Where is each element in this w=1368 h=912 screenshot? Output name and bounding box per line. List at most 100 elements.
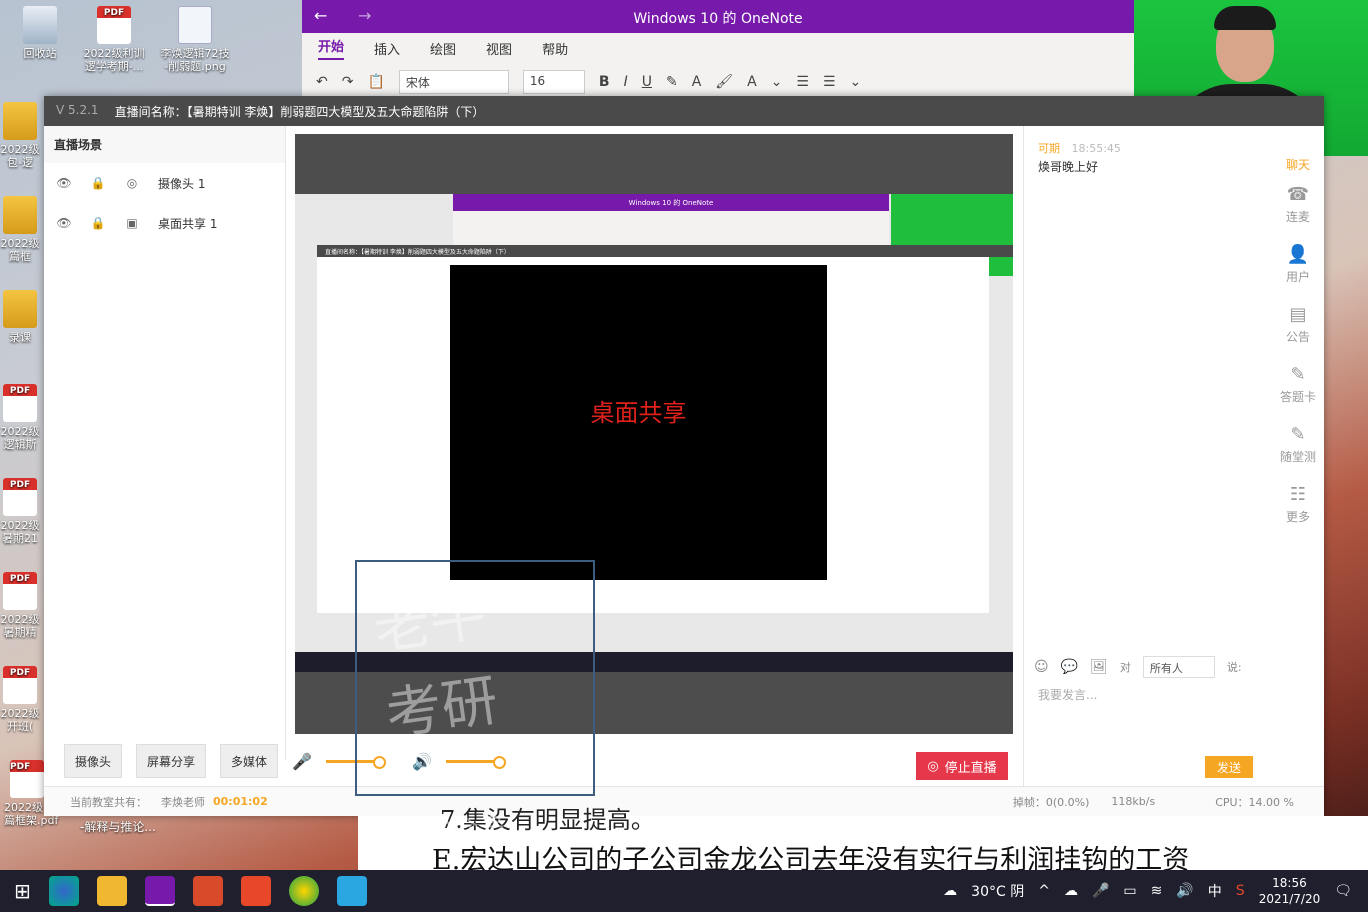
eye-icon[interactable]: 👁 <box>56 176 72 190</box>
desktop-icon-pdf[interactable]: PDF 2022级 开班( <box>0 666 48 733</box>
font-size-select[interactable]: 16 <box>522 69 585 94</box>
side-label: 用户 <box>1285 270 1310 284</box>
redo-icon[interactable]: ↷ <box>342 74 354 90</box>
clock[interactable]: 18:56 2021/7/20 <box>1259 875 1321 907</box>
side-item-quiz[interactable]: ✎ 随堂测 <box>1272 424 1324 484</box>
eye-icon[interactable]: 👁 <box>56 216 72 230</box>
side-item-answer-card[interactable]: ✎ 答题卡 <box>1272 364 1324 424</box>
sogou-icon[interactable]: S <box>1236 883 1245 899</box>
desktop-icon-pdf[interactable]: PDF 2022级 暑期精 <box>0 572 48 639</box>
desktop-icon-label: 录课 <box>9 331 31 344</box>
desktop-icon-png[interactable]: 李焕逻辑72技 -削弱题.png <box>150 6 240 73</box>
camera-button[interactable]: 摄像头 <box>64 744 123 778</box>
side-item-more[interactable]: ☷ 更多 <box>1272 484 1324 544</box>
volume-icon[interactable]: 🔊 <box>1176 883 1193 899</box>
chevron-down-icon[interactable]: ⌄ <box>850 74 862 90</box>
side-item-link-mic[interactable]: ☎ 连麦 <box>1272 184 1324 244</box>
taskbar: ⊞ ☁ 30°C 阴 ^ ☁ 🎤 ▭ ≋ 🔊 中 S 18:56 2021/7/… <box>0 870 1368 912</box>
bitrate: 118kb/s <box>1111 795 1156 808</box>
chevron-up-icon[interactable]: ^ <box>1038 883 1050 899</box>
tab-draw[interactable]: 绘图 <box>430 39 456 58</box>
folder-icon <box>3 196 37 234</box>
app-icon[interactable] <box>240 876 271 906</box>
chat-toolbar: ☺ 💬 🖼 对 所有人 说: <box>1034 656 1314 678</box>
desktop-icon-recycle-bin[interactable]: 回收站 <box>0 6 80 60</box>
desktop-icon-label: 回收站 <box>23 47 57 60</box>
italic-icon[interactable]: I <box>624 74 628 90</box>
edge-icon[interactable] <box>48 876 79 906</box>
scene-item-camera[interactable]: 👁 🔒 ◎ 摄像头 1 <box>44 163 285 203</box>
weather-text[interactable]: 30°C 阴 <box>971 881 1024 901</box>
underline-icon[interactable]: U <box>642 74 652 90</box>
styles-icon[interactable]: A <box>747 74 757 90</box>
scene-header: 直播场景 <box>44 126 285 163</box>
wifi-icon[interactable]: ≋ <box>1151 883 1163 899</box>
desktop-icon-pdf[interactable]: PDF 2022级 逻辑斯 <box>0 384 48 451</box>
undo-icon[interactable]: ↶ <box>316 74 328 90</box>
stop-live-button[interactable]: ◎ 停止直播 <box>916 752 1008 780</box>
onenote-title: Windows 10 的 OneNote <box>633 11 803 27</box>
battery-icon[interactable]: ▭ <box>1123 883 1136 899</box>
presenter-hair <box>1214 6 1276 30</box>
watermark-line: 考研 <box>381 668 502 749</box>
desktop-icon-folder[interactable]: 2022级 篇框 <box>0 196 48 263</box>
font-color-icon[interactable]: A <box>692 74 702 90</box>
tab-chat[interactable]: 聊天 <box>1272 156 1324 184</box>
desktop-icon-pdf[interactable]: PDF 2022级 暑期21 <box>0 478 48 545</box>
image-icon[interactable]: 🖼 <box>1090 659 1108 675</box>
side-label: 随堂测 <box>1279 450 1316 464</box>
chevron-down-icon[interactable]: ⌄ <box>771 74 783 90</box>
highlight-icon[interactable]: ✎ <box>666 74 678 90</box>
desktop-icon-label: 2022级 暑期21 <box>0 519 40 545</box>
notice-icon: ▤ <box>1289 304 1307 325</box>
desktop-icon-folder[interactable]: 2022级 包-逻 <box>0 102 48 169</box>
font-family-select[interactable]: 宋体 <box>398 69 509 94</box>
chat-input[interactable]: 我要发言... <box>1038 686 1097 703</box>
side-item-users[interactable]: 👤 用户 <box>1272 244 1324 304</box>
tab-help[interactable]: 帮助 <box>542 39 568 58</box>
onenote-ribbon-tabs: 开始 插入 绘图 视图 帮助 <box>302 33 1134 63</box>
live-app-icon[interactable] <box>288 876 319 906</box>
side-label: 公告 <box>1285 330 1310 344</box>
windows-start-icon[interactable]: ⊞ <box>14 879 31 903</box>
system-tray: ☁ 30°C 阴 ^ ☁ 🎤 ▭ ≋ 🔊 中 S 18:56 2021/7/20… <box>943 870 1368 912</box>
lock-icon[interactable]: 🔒 <box>90 216 106 230</box>
tab-home[interactable]: 开始 <box>318 36 345 60</box>
scene-item-desktop-share[interactable]: 👁 🔒 ▣ 桌面共享 1 <box>44 203 285 243</box>
send-button[interactable]: 发送 <box>1205 756 1253 778</box>
desktop-icon-folder[interactable]: 录课 <box>0 290 48 344</box>
tab-view[interactable]: 视图 <box>486 39 512 58</box>
onedrive-icon[interactable]: ☁ <box>1064 883 1078 899</box>
side-item-notice[interactable]: ▤ 公告 <box>1272 304 1324 364</box>
file-explorer-icon[interactable] <box>96 876 127 906</box>
emoji-icon[interactable]: ☺ <box>1034 659 1049 675</box>
presentation-icon[interactable] <box>192 876 223 906</box>
onenote-taskbar-icon[interactable] <box>144 876 175 906</box>
microphone-icon: 🎤 <box>292 751 312 771</box>
multimedia-button[interactable]: 多媒体 <box>220 744 279 778</box>
recipient-select[interactable]: 所有人 <box>1142 656 1215 678</box>
live-timer: 00:01:02 <box>213 795 268 808</box>
tab-insert[interactable]: 插入 <box>374 39 400 58</box>
comment-icon[interactable]: 💬 <box>1061 659 1078 675</box>
more-icon: ☷ <box>1289 484 1307 505</box>
watermark-subtitle: 关注公众号 <box>375 814 506 844</box>
lock-icon[interactable]: 🔒 <box>90 176 106 190</box>
stop-icon: ◎ <box>927 758 939 774</box>
bold-icon[interactable]: B <box>599 74 610 90</box>
screen-share-icon: ▣ <box>126 216 138 230</box>
pdf-icon: PDF <box>3 572 37 610</box>
notification-icon[interactable]: 🗨 <box>1334 883 1352 899</box>
ime-indicator[interactable]: 中 <box>1208 881 1222 901</box>
user-icon: 👤 <box>1286 244 1310 265</box>
microphone-tray-icon[interactable]: 🎤 <box>1092 883 1109 899</box>
bullet-list-icon[interactable]: ☰ <box>796 74 809 90</box>
desktop-icon-pdf[interactable]: PDF 2022级利训 逻学考期-... <box>74 6 154 73</box>
cloud-app-icon[interactable] <box>336 876 367 906</box>
numbered-list-icon[interactable]: ☰ <box>823 74 836 90</box>
format-painter-icon[interactable]: 🖌 <box>715 74 733 90</box>
clipboard-icon[interactable]: 📋 <box>367 74 384 90</box>
camera-icon: ◎ <box>126 176 138 190</box>
nested-onenote-ribbon <box>453 211 889 245</box>
screen-share-button[interactable]: 屏幕分享 <box>136 744 207 778</box>
